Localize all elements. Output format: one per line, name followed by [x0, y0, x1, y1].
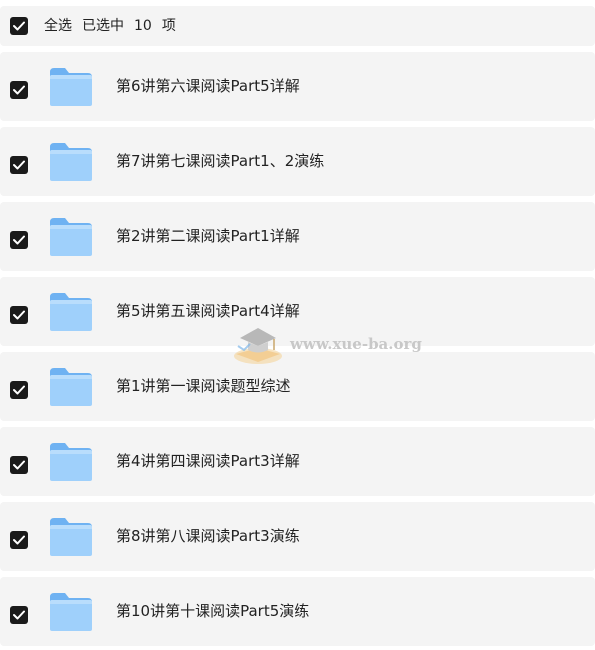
folder-icon: [48, 216, 94, 258]
watermark: www.xue-ba.org: [230, 320, 430, 370]
item-checkbox[interactable]: [10, 531, 28, 549]
checkmark-icon: [13, 535, 25, 545]
list-item[interactable]: 第4讲第四课阅读Part3详解: [0, 427, 595, 496]
item-checkbox[interactable]: [10, 381, 28, 399]
item-checkbox[interactable]: [10, 456, 28, 474]
list-item[interactable]: 第2讲第二课阅读Part1详解: [0, 202, 595, 271]
select-all-label[interactable]: 全选: [44, 18, 72, 34]
list-item[interactable]: 第7讲第七课阅读Part1、2演练: [0, 127, 595, 196]
folder-icon: [48, 291, 94, 333]
folder-icon: [48, 141, 94, 183]
item-checkbox[interactable]: [10, 156, 28, 174]
selected-count: 10: [134, 18, 152, 34]
checkmark-icon: [13, 385, 25, 395]
checkmark-icon: [13, 160, 25, 170]
checkmark-icon: [13, 235, 25, 245]
selected-suffix: 项: [161, 18, 176, 34]
checkmark-icon: [13, 21, 25, 31]
folder-name[interactable]: 第2讲第二课阅读Part1详解: [116, 202, 300, 271]
list-item[interactable]: 第8讲第八课阅读Part3演练: [0, 502, 595, 571]
folder-name[interactable]: 第10讲第十课阅读Part5演练: [116, 577, 309, 646]
list-item[interactable]: 第6讲第六课阅读Part5详解: [0, 52, 595, 121]
select-all-checkbox[interactable]: [10, 17, 28, 35]
folder-name[interactable]: 第4讲第四课阅读Part3详解: [116, 427, 300, 496]
checkmark-icon: [13, 310, 25, 320]
selected-prefix: 已选中: [82, 18, 124, 34]
watermark-text: www.xue-ba.org: [290, 335, 422, 353]
folder-icon: [48, 366, 94, 408]
checkmark-icon: [13, 85, 25, 95]
list-item[interactable]: 第10讲第十课阅读Part5演练: [0, 577, 595, 646]
folder-name[interactable]: 第8讲第八课阅读Part3演练: [116, 502, 300, 571]
select-all-bar: 全选 已选中 10 项: [0, 6, 595, 46]
selection-summary: 全选 已选中 10 项: [44, 6, 186, 46]
item-checkbox[interactable]: [10, 606, 28, 624]
graduation-cap-icon: [234, 328, 282, 364]
folder-name[interactable]: 第7讲第七课阅读Part1、2演练: [116, 127, 324, 196]
folder-icon: [48, 591, 94, 633]
checkmark-icon: [13, 610, 25, 620]
folder-icon: [48, 516, 94, 558]
folder-icon: [48, 66, 94, 108]
folder-name[interactable]: 第6讲第六课阅读Part5详解: [116, 52, 300, 121]
checkmark-icon: [13, 460, 25, 470]
folder-icon: [48, 441, 94, 483]
item-checkbox[interactable]: [10, 231, 28, 249]
item-checkbox[interactable]: [10, 306, 28, 324]
item-checkbox[interactable]: [10, 81, 28, 99]
